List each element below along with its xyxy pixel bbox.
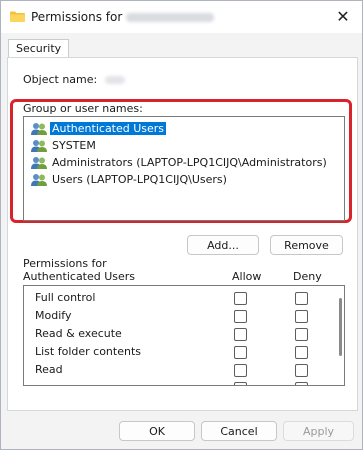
user-list[interactable]: Authenticated Users SYSTEM Administrator… (23, 116, 345, 221)
permissions-scrollbar[interactable] (339, 298, 342, 356)
allow-next-checkbox[interactable] (234, 382, 247, 385)
permissions-list[interactable]: Full control Modify Read & execute List … (23, 285, 345, 386)
redacted-object-name (126, 13, 215, 22)
tab-security[interactable]: Security (8, 39, 70, 59)
users-group-icon (31, 123, 47, 135)
user-item-label: Authenticated Users (50, 122, 167, 135)
deny-list-folder-checkbox[interactable] (295, 346, 308, 359)
deny-read-checkbox[interactable] (295, 364, 308, 377)
user-item-administrators[interactable]: Administrators (LAPTOP-LPQ1CIJQ\Administ… (26, 155, 331, 170)
deny-full-control-checkbox[interactable] (295, 292, 308, 305)
deny-read-execute-checkbox[interactable] (295, 328, 308, 341)
close-icon[interactable]: ✕ (332, 6, 354, 28)
window-title: Permissions for (31, 10, 215, 24)
perm-list-folder-label: List folder contents (35, 345, 141, 358)
perm-modify-label: Modify (35, 309, 72, 322)
permissions-label: Permissions for Authenticated Users (23, 257, 136, 283)
users-group-icon (31, 140, 47, 152)
deny-column-header: Deny (293, 270, 322, 283)
group-names-label: Group or user names: (23, 102, 143, 115)
allow-read-checkbox[interactable] (234, 364, 247, 377)
folder-icon (10, 11, 25, 22)
perm-read-execute-label: Read & execute (35, 327, 122, 340)
user-item-authenticated-users[interactable]: Authenticated Users (26, 121, 170, 136)
allow-modify-checkbox[interactable] (234, 310, 247, 323)
cancel-button[interactable]: Cancel (201, 421, 277, 441)
permissions-dialog: Permissions for ✕ Security Object name: … (0, 0, 363, 450)
allow-full-control-checkbox[interactable] (234, 292, 247, 305)
perm-read-label: Read (35, 363, 63, 376)
perm-full-control-label: Full control (35, 291, 96, 304)
add-button[interactable]: Add... (187, 235, 259, 255)
user-item-users[interactable]: Users (LAPTOP-LPQ1CIJQ\Users) (26, 172, 231, 187)
user-item-label: Users (LAPTOP-LPQ1CIJQ\Users) (52, 173, 227, 186)
apply-button[interactable]: Apply (283, 421, 354, 441)
user-item-label: Administrators (LAPTOP-LPQ1CIJQ\Administ… (52, 156, 327, 169)
allow-column-header: Allow (232, 270, 262, 283)
allow-list-folder-checkbox[interactable] (234, 346, 247, 359)
object-name-label: Object name: (23, 73, 98, 86)
user-item-label: SYSTEM (52, 139, 96, 152)
tab-strip: Security (1, 33, 362, 59)
users-group-icon (31, 174, 47, 186)
redacted-object-value (105, 76, 125, 84)
remove-button[interactable]: Remove (270, 235, 343, 255)
title-bar[interactable]: Permissions for ✕ (1, 1, 362, 33)
dialog-footer: OK Cancel Apply (1, 411, 362, 449)
deny-modify-checkbox[interactable] (295, 310, 308, 323)
security-panel: Object name: Group or user names: Authen… (7, 57, 358, 411)
user-item-system[interactable]: SYSTEM (26, 138, 100, 153)
users-group-icon (31, 157, 47, 169)
deny-next-checkbox[interactable] (295, 382, 308, 385)
ok-button[interactable]: OK (119, 421, 195, 441)
allow-read-execute-checkbox[interactable] (234, 328, 247, 341)
window-title-prefix: Permissions for (31, 10, 123, 24)
